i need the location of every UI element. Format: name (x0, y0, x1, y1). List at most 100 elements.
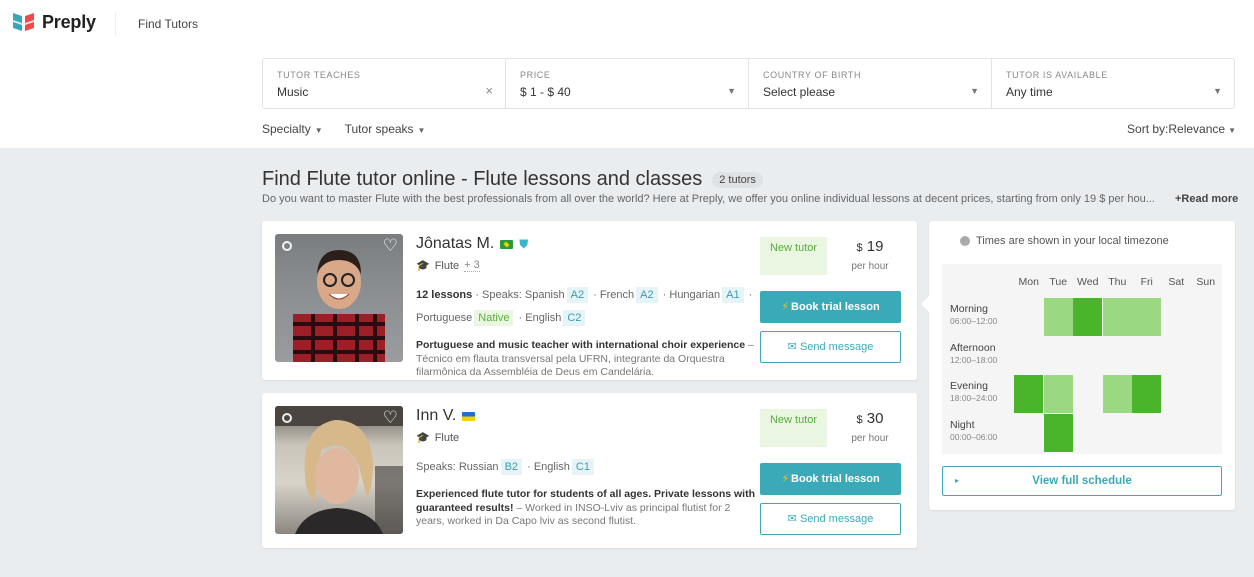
preply-logo[interactable]: Preply (12, 11, 96, 33)
results-heading: Find Flute tutor online - Flute lessons … (262, 168, 763, 191)
day-header-mon: Mon (1018, 276, 1039, 288)
specialty-dropdown[interactable]: Specialty ▼ (262, 122, 323, 136)
more-subjects-link[interactable]: + 3 (464, 259, 480, 272)
availability-cell-tue (1043, 298, 1073, 336)
availability-cell-wed (1073, 298, 1102, 336)
price-amount: 19 (866, 238, 884, 255)
price-amount: 30 (866, 410, 884, 427)
tutor-card: ♡ Inn V. 🎓 Flute Speaks: Russian B2 · Eng… (262, 393, 917, 548)
slot-name: Evening (950, 380, 988, 392)
slot-row-evening: Evening 18:00–24:00 (942, 375, 1222, 413)
price-unit: per hour (851, 261, 889, 272)
tutor-speaks-label: Tutor speaks (344, 122, 414, 136)
tutor-stats: Speaks: Russian B2 · English C1 (416, 456, 756, 479)
slot-row-morning: Morning 06:00–12:00 (942, 298, 1222, 336)
slot-label: Night 00:00–06:00 (950, 419, 997, 443)
caret-down-icon[interactable]: ▼ (970, 86, 979, 96)
day-header-tue: Tue (1049, 276, 1068, 288)
graduation-cap-icon: 🎓 (416, 432, 430, 444)
language-level-badge: A1 (722, 287, 744, 303)
favorite-heart-icon[interactable]: ♡ (383, 236, 398, 256)
tutor-info: Inn V. 🎓 Flute Speaks: Russian B2 · Engli… (416, 407, 756, 529)
message-label: Send message (799, 513, 874, 525)
chevron-right-icon: ▸ (955, 476, 960, 485)
bio-headline: Portuguese and music teacher with intern… (416, 339, 746, 351)
caret-down-icon[interactable]: ▼ (1213, 86, 1222, 96)
envelope-icon: ✉ (787, 341, 797, 353)
speaks-label: Speaks: (482, 289, 522, 301)
availability-cell-tue (1043, 413, 1073, 452)
tutor-name[interactable]: Jônatas M. (416, 235, 494, 253)
subject-row: 🎓 Flute (416, 431, 756, 445)
filter-country-of-birth[interactable]: COUNTRY OF BIRTH Select please ▼ (749, 59, 992, 108)
filter-value[interactable]: $ 1 - $ 40 (520, 85, 734, 99)
slot-name: Night (950, 418, 975, 431)
tutor-photo[interactable]: ♡ (275, 234, 403, 362)
tutor-stats: 12 lessons · Speaks: Spanish A2 · French A… (416, 287, 753, 326)
page-title: Find Flute tutor online - Flute lessons … (262, 168, 703, 190)
brazil-flag-icon (500, 239, 514, 249)
slot-label: Morning 06:00–12:00 (950, 303, 997, 327)
tutor-speaks-dropdown[interactable]: Tutor speaks ▼ (345, 122, 426, 136)
language-level-badge: B2 (500, 459, 523, 475)
filter-value[interactable]: Music (277, 85, 491, 99)
find-tutors-link[interactable]: Find Tutors (138, 17, 198, 31)
message-label: Send message (799, 341, 874, 353)
caret-down-icon: ▼ (417, 126, 426, 135)
availability-cell-mon (1014, 375, 1043, 413)
filter-value[interactable]: Select please (763, 85, 977, 99)
read-more-link[interactable]: +Read more (1175, 193, 1238, 205)
book-trial-lesson-button[interactable]: ⚡ Book trial lesson (760, 463, 901, 495)
sort-label: Sort by:Relevance (1127, 122, 1226, 136)
book-trial-lesson-button[interactable]: ⚡ Book trial lesson (760, 291, 901, 323)
day-header-sat: Sat (1168, 276, 1185, 288)
tutor-info: Jônatas M. ⛊ 🎓 Flute + 3 12 lessons · Sp… (416, 235, 756, 380)
availability-cell-fri (1132, 298, 1161, 336)
caret-down-icon: ▼ (314, 126, 323, 135)
day-headers: Mon Tue Wed Thu Fri Sat Sun (1014, 276, 1221, 288)
filter-tutor-available[interactable]: TUTOR IS AVAILABLE Any time ▼ (992, 59, 1234, 108)
view-full-schedule-button[interactable]: ▸ View full schedule (942, 466, 1222, 496)
sub-filters: Specialty ▼ Tutor speaks ▼ (262, 122, 425, 136)
book-label: Book trial lesson (791, 473, 880, 485)
favorite-heart-icon[interactable]: ♡ (383, 408, 398, 428)
language-name: Portuguese (416, 312, 473, 324)
preply-logo-icon (13, 13, 34, 31)
filter-label: TUTOR TEACHES (277, 70, 361, 80)
tutor-photo[interactable]: ♡ (275, 406, 403, 534)
tutor-count-badge: 2 tutors (712, 171, 763, 188)
language-name: Spanish (524, 289, 565, 301)
slot-time-range: 00:00–06:00 (950, 431, 998, 442)
online-status-icon (282, 413, 292, 423)
language-name: Hungarian (669, 289, 721, 301)
filter-price[interactable]: PRICE $ 1 - $ 40 ▼ (506, 59, 749, 108)
subject-row: 🎓 Flute + 3 (416, 259, 756, 272)
tutor-bio: Portuguese and music teacher with intern… (416, 339, 754, 378)
timezone-text: Times are shown in your local timezone (976, 235, 1169, 247)
language-name: English (533, 461, 570, 473)
top-bar: Preply Find Tutors TUTOR TEACHES Music ×… (0, 0, 1254, 148)
availability-grid: Mon Tue Wed Thu Fri Sat Sun Morning 06:00–12:00… (942, 264, 1222, 454)
send-message-button[interactable]: ✉ Send message (760, 503, 901, 535)
online-status-icon (282, 241, 292, 251)
day-header-fri: Fri (1140, 276, 1153, 288)
sort-dropdown[interactable]: Sort by:Relevance ▼ (1127, 122, 1236, 136)
filter-value[interactable]: Any time (1006, 85, 1220, 99)
language-level-badge: C2 (563, 310, 586, 326)
brand-name: Preply (42, 11, 96, 32)
subject-name: Flute (434, 431, 460, 444)
availability-cell-fri (1132, 375, 1161, 413)
tutor-name[interactable]: Inn V. (416, 407, 456, 425)
price: $ 30 per hour (840, 410, 900, 444)
caret-down-icon: ▼ (1228, 126, 1236, 135)
clear-icon[interactable]: × (485, 83, 493, 98)
availability-cell-thu (1102, 298, 1132, 336)
globe-icon (960, 236, 970, 246)
view-schedule-label: View full schedule (1032, 475, 1132, 487)
lightning-icon: ⚡ (781, 301, 790, 313)
filter-tutor-teaches[interactable]: TUTOR TEACHES Music × (263, 59, 506, 108)
filter-label: COUNTRY OF BIRTH (763, 70, 862, 80)
caret-down-icon[interactable]: ▼ (727, 86, 736, 96)
price: $ 19 per hour (840, 238, 900, 272)
send-message-button[interactable]: ✉ Send message (760, 331, 901, 363)
